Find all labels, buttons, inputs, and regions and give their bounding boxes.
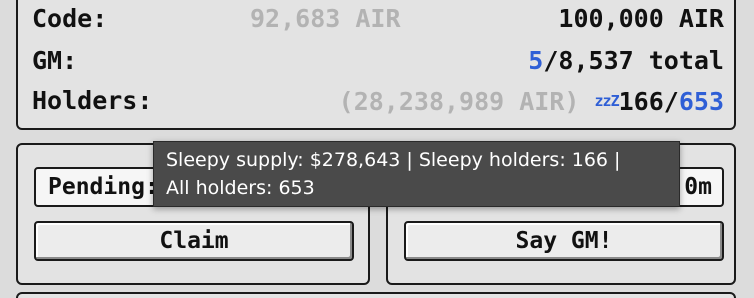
next-panel-edge <box>16 292 736 298</box>
gm-values: 5/8,537 total <box>528 44 724 78</box>
stats-panel: Code: 92,683 AIR 100,000 AIR GM: 5/8,537… <box>16 0 736 130</box>
holders-values[interactable]: (28,238,989 AIR) zzZ166/653 <box>339 84 724 119</box>
code-total-value: 100,000 AIR <box>558 4 724 33</box>
all-holders-count: 653 <box>678 87 724 116</box>
gm-count: 5 <box>528 46 544 75</box>
code-claimed-value: 92,683 AIR <box>250 4 401 33</box>
holders-label: Holders: <box>32 86 153 115</box>
holders-row: Holders: (28,238,989 AIR) zzZ166/653 <box>32 84 724 118</box>
gm-total: 8,537 total <box>558 46 724 75</box>
app-root: Code: 92,683 AIR 100,000 AIR GM: 5/8,537… <box>0 0 754 298</box>
holders-tooltip: Sleepy supply: $278,643 | Sleepy holders… <box>153 141 680 207</box>
holders-supply: (28,238,989 AIR) <box>338 87 580 116</box>
claim-button[interactable]: Claim <box>34 221 354 261</box>
gm-separator: / <box>543 46 559 75</box>
code-row: Code: 92,683 AIR 100,000 AIR <box>32 2 724 36</box>
pending-label: Pending: <box>48 174 159 200</box>
sleep-zzz-icon: zzZ <box>594 92 620 110</box>
holders-separator: / <box>663 87 679 116</box>
sleepy-holders-count: 166 <box>618 87 664 116</box>
gm-row: GM: 5/8,537 total <box>32 44 724 78</box>
tooltip-line-2: All holders: 653 <box>166 177 315 199</box>
tooltip-line-1: Sleepy supply: $278,643 | Sleepy holders… <box>166 149 621 171</box>
gm-timer-value: 0m <box>684 174 712 200</box>
gm-label: GM: <box>32 46 78 75</box>
code-label: Code: <box>32 4 108 33</box>
say-gm-button[interactable]: Say GM! <box>404 221 724 261</box>
